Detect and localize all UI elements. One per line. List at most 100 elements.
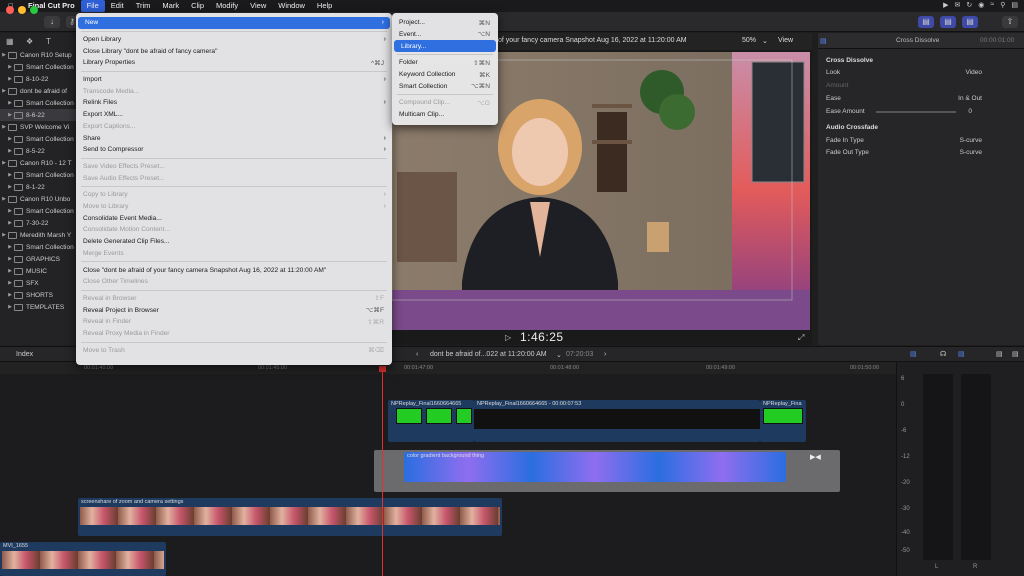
menu-item-reveal-in-browser[interactable]: Reveal in Browser ⇧F <box>76 293 392 305</box>
browser-item[interactable]: ▶ 8-6-22 <box>0 109 80 121</box>
browser-item[interactable]: ▶ 8-10-22 <box>0 73 80 85</box>
disclosure-triangle-icon[interactable]: ▶ <box>6 256 14 262</box>
ease-amount-value[interactable]: 0 <box>968 108 972 115</box>
view-menu-button[interactable]: View <box>778 37 793 44</box>
menu-item-folder[interactable]: Folder ⇧⌘N <box>392 57 498 69</box>
menu-item-consolidate-event-media[interactable]: Consolidate Event Media... <box>76 213 392 225</box>
menu-item-reveal-proxy-media-in-finder[interactable]: Reveal Proxy Media in Finder <box>76 328 392 340</box>
disclosure-triangle-icon[interactable]: ▶ <box>0 52 8 58</box>
menu-edit[interactable]: Edit <box>105 0 130 12</box>
screenshare-clip[interactable]: screenshare of zoom and camera settings <box>78 498 502 536</box>
menu-item-delete-generated-clip-files[interactable]: Delete Generated Clip Files... <box>76 236 392 248</box>
window-minimize-button[interactable] <box>18 6 26 14</box>
menu-file[interactable]: File <box>80 0 105 12</box>
browser-item[interactable]: ▶ Meredith Marsh Y <box>0 229 80 241</box>
browser-item[interactable]: ▶ Smart Collection <box>0 205 80 217</box>
timecode-display[interactable]: 1:46:25 <box>520 330 564 344</box>
menu-item-move-to-library[interactable]: Move to Library › <box>76 201 392 213</box>
menu-item-open-library[interactable]: Open Library › <box>76 34 392 46</box>
ease-popup[interactable]: In & Out <box>958 95 982 102</box>
zoom-clip-a[interactable]: NPReplay_Final1660664665 <box>388 400 474 442</box>
fullscreen-icon[interactable]: ⤢ <box>798 333 804 343</box>
browser-toggle-icon[interactable]: ▤ <box>918 16 934 28</box>
disclosure-triangle-icon[interactable]: ▶ <box>6 112 14 118</box>
menu-item-close-dont-be-afraid-of-your-fancy-camer[interactable]: Close "dont be afraid of your fancy came… <box>76 264 392 276</box>
share-icon[interactable]: ⇧ <box>1002 16 1018 28</box>
chevron-down-icon[interactable]: ⌄ <box>556 351 562 359</box>
sync-icon[interactable]: ↻ <box>966 1 972 9</box>
mail-icon[interactable]: ✉ <box>955 1 961 9</box>
disclosure-triangle-icon[interactable]: ▶ <box>6 76 14 82</box>
disclosure-triangle-icon[interactable]: ▶ <box>6 292 14 298</box>
chrome-icon[interactable]: ◉ <box>978 1 984 9</box>
back-icon[interactable]: ‹ <box>416 351 418 358</box>
timeline-toggle-icon[interactable]: ▤ <box>940 16 956 28</box>
window-close-button[interactable] <box>6 6 14 14</box>
browser-item[interactable]: ▶ TEMPLATES <box>0 301 80 313</box>
index-button[interactable]: Index <box>16 351 33 358</box>
disclosure-triangle-icon[interactable]: ▶ <box>0 196 8 202</box>
photos-icon[interactable]: ❖ <box>26 37 33 46</box>
wifi-icon[interactable]: ≈ <box>990 1 994 9</box>
browser-item[interactable]: ▶ 7-30-22 <box>0 217 80 229</box>
disclosure-triangle-icon[interactable]: ▶ <box>6 220 14 226</box>
import-icon[interactable]: ↓ <box>44 16 60 28</box>
menu-item-save-audio-effects-preset[interactable]: Save Audio Effects Preset... <box>76 172 392 184</box>
transition-icon[interactable]: ▶◀ <box>810 453 821 461</box>
control-center-icon[interactable]: ▤ <box>1011 1 1018 9</box>
menu-item-reveal-project-in-browser[interactable]: Reveal Project in Browser ⌥⌘F <box>76 304 392 316</box>
fade-in-popup[interactable]: S-curve <box>960 137 982 144</box>
browser-item[interactable]: ▶ dont be afraid of <box>0 85 80 97</box>
snapping-icon[interactable]: ▤ <box>958 350 965 358</box>
skimming-icon[interactable]: ▤ <box>910 350 917 358</box>
zoom-selector[interactable]: 50% <box>742 37 756 44</box>
ease-amount-slider[interactable] <box>876 111 956 113</box>
menu-view[interactable]: View <box>244 0 272 12</box>
menu-item-library[interactable]: Library... <box>394 40 496 52</box>
disclosure-triangle-icon[interactable]: ▶ <box>6 208 14 214</box>
menu-mark[interactable]: Mark <box>156 0 185 12</box>
disclosure-triangle-icon[interactable]: ▶ <box>6 100 14 106</box>
browser-item[interactable]: ▶ Smart Collection <box>0 61 80 73</box>
browser-item[interactable]: ▶ SHORTS <box>0 289 80 301</box>
menu-item-send-to-compressor[interactable]: Send to Compressor › <box>76 144 392 156</box>
disclosure-triangle-icon[interactable]: ▶ <box>0 124 8 130</box>
menu-item-save-video-effects-preset[interactable]: Save Video Effects Preset... <box>76 161 392 173</box>
disclosure-triangle-icon[interactable]: ▶ <box>0 88 8 94</box>
clip-appearance-icon[interactable]: ▤ <box>996 350 1003 358</box>
zoom-clip-c[interactable]: NPReplay_Fina <box>760 400 806 442</box>
menu-clip[interactable]: Clip <box>185 0 210 12</box>
menu-item-keyword-collection[interactable]: Keyword Collection ⌘K <box>392 69 498 81</box>
browser-item[interactable]: ▶ 8-1-22 <box>0 181 80 193</box>
disclosure-triangle-icon[interactable]: ▶ <box>6 148 14 154</box>
video-inspector-icon[interactable]: ▤ <box>820 37 827 45</box>
playhead[interactable] <box>382 366 383 576</box>
menu-help[interactable]: Help <box>311 0 338 12</box>
zoom-clip-b[interactable]: NPReplay_Final1660664665 - 00:00:07:53 <box>474 400 760 442</box>
titles-icon[interactable]: T <box>46 37 51 46</box>
menu-item-new[interactable]: New › <box>78 17 390 29</box>
menu-item-reveal-in-finder[interactable]: Reveal in Finder ⇧⌘R <box>76 316 392 328</box>
forward-icon[interactable]: › <box>604 351 606 358</box>
menu-item-import[interactable]: Import › <box>76 74 392 86</box>
project-name[interactable]: dont be afraid of...022 at 11:20:00 AM <box>430 351 547 358</box>
menu-item-consolidate-motion-content[interactable]: Consolidate Motion Content... <box>76 224 392 236</box>
browser-item[interactable]: ▶ Smart Collection <box>0 169 80 181</box>
menu-item-close-other-timelines[interactable]: Close Other Timelines <box>76 276 392 288</box>
disclosure-triangle-icon[interactable]: ▶ <box>0 160 8 166</box>
disclosure-triangle-icon[interactable]: ▶ <box>6 64 14 70</box>
menu-item-relink-files[interactable]: Relink Files › <box>76 97 392 109</box>
disclosure-triangle-icon[interactable]: ▶ <box>6 244 14 250</box>
play-icon[interactable]: ▷ <box>505 333 511 342</box>
disclosure-triangle-icon[interactable]: ▶ <box>6 184 14 190</box>
browser-item[interactable]: ▶ Canon R10 - 12 T <box>0 157 80 169</box>
browser-item[interactable]: ▶ MUSIC <box>0 265 80 277</box>
search-icon[interactable]: ⚲ <box>1000 1 1005 9</box>
disclosure-triangle-icon[interactable]: ▶ <box>6 136 14 142</box>
browser-item[interactable]: ▶ Canon R10 Setup <box>0 49 80 61</box>
menu-item-library-properties[interactable]: Library Properties ^⌘J <box>76 57 392 69</box>
gradient-clip[interactable]: color gradient background thing <box>404 452 786 482</box>
browser-item[interactable]: ▶ Canon R10 Unbo <box>0 193 80 205</box>
menu-item-export-captions[interactable]: Export Captions... <box>76 121 392 133</box>
menu-item-compound-clip[interactable]: Compound Clip... ⌥G <box>392 97 498 109</box>
